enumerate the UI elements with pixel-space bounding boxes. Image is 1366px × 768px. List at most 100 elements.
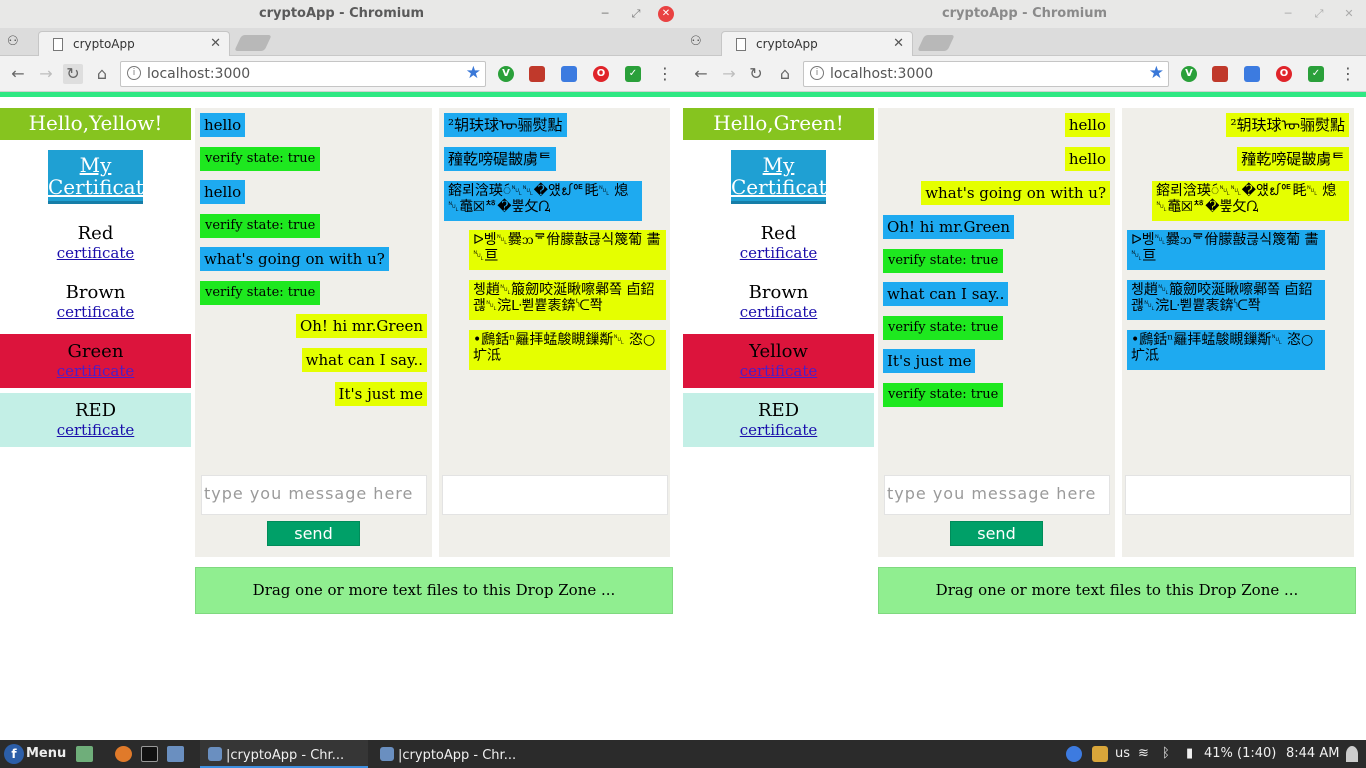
cipher-bubble: ᐅ벵␀爨ᦘᄛ佾朦敼큲식篾葡 畵␀亘 (1127, 230, 1325, 270)
send-button[interactable]: send (950, 521, 1043, 546)
cipher-bubble: 쳉趙␀箙劒咬涎瞅嚓鄵쫔 卣鉊괞␀浣ᒷ쀧쁕袠錛ᔍ쫙 (1127, 280, 1325, 320)
browser-menu-icon[interactable]: ⋮ (657, 64, 673, 84)
certificate-link[interactable]: certificate (0, 421, 191, 439)
cipher-bubble: 鎔뢰浛瑛ᯯ␀␀�얬᪖ᅊ眊␀ 熄␀鼁☒ᅓ�뿦攵ᘩ (444, 181, 642, 221)
forward-icon[interactable]: → (36, 64, 56, 84)
extension-shield-icon[interactable]: ✓ (625, 66, 641, 82)
close-window-icon[interactable]: ✕ (1341, 6, 1357, 22)
taskbar-window-1[interactable]: |cryptoApp - Chr... (200, 740, 368, 768)
certificate-link[interactable]: certificate (683, 421, 874, 439)
back-icon[interactable]: ← (8, 64, 28, 84)
greeting-banner: Hello,Yellow! (0, 108, 191, 140)
contact-item-red-upper[interactable]: RED certificate (683, 393, 874, 447)
address-bar[interactable]: i localhost:3000 ★ (803, 61, 1169, 87)
contact-item-brown[interactable]: Brown certificate (683, 275, 874, 329)
message-input[interactable]: type you message here (201, 475, 427, 515)
certificate-link[interactable]: certificate (683, 303, 874, 321)
chrome-tray-icon[interactable] (1066, 746, 1082, 762)
my-certificate-button[interactable]: My Certificate (48, 150, 155, 204)
message-bubble: hello (1064, 147, 1110, 171)
page-icon (736, 38, 746, 51)
cipher-input[interactable] (1125, 475, 1351, 515)
bookmark-star-icon[interactable]: ★ (1149, 63, 1164, 83)
extension-chrome-icon[interactable] (1244, 66, 1260, 82)
bookmark-star-icon[interactable]: ★ (466, 63, 481, 83)
window-titlebar[interactable]: cryptoApp - Chromium ─ ⤢ ✕ (683, 0, 1366, 28)
battery-status[interactable]: 41% (1:40) (1204, 746, 1276, 761)
terminal-launcher-icon[interactable] (141, 746, 158, 762)
home-icon[interactable]: ⌂ (92, 64, 112, 84)
reload-icon[interactable]: ↻ (63, 64, 83, 84)
extension-shield-icon[interactable]: ✓ (1308, 66, 1324, 82)
contact-item-red[interactable]: Red certificate (0, 216, 191, 270)
info-icon[interactable]: i (127, 66, 141, 80)
contact-item-green[interactable]: Green certificate (0, 334, 191, 388)
fedora-logo-icon[interactable]: f (4, 744, 24, 764)
certificate-link[interactable]: certificate (0, 244, 191, 262)
message-input[interactable]: type you message here (884, 475, 1110, 515)
reload-icon[interactable]: ↻ (746, 64, 766, 84)
restore-icon[interactable]: ⤢ (628, 6, 644, 22)
browser-menu-icon[interactable]: ⋮ (1340, 64, 1356, 84)
cipher-input[interactable] (442, 475, 668, 515)
battery-icon[interactable]: ▮ (1186, 746, 1193, 761)
start-menu-button[interactable]: Menu (26, 746, 66, 761)
extension-opera-icon[interactable]: O (1276, 66, 1292, 82)
keyboard-layout[interactable]: us (1115, 746, 1130, 761)
new-tab-button[interactable] (917, 35, 955, 51)
extension-bookmark-icon[interactable] (529, 66, 545, 82)
user-icon[interactable] (1346, 746, 1358, 762)
tab-cryptoapp[interactable]: cryptoApp ✕ (38, 31, 230, 57)
tab-close-icon[interactable]: ✕ (210, 36, 221, 51)
browser-window-right: cryptoApp - Chromium ─ ⤢ ✕ ⚇ cryptoApp ✕… (683, 0, 1366, 740)
tab-label: cryptoApp (756, 37, 818, 51)
address-bar[interactable]: i localhost:3000 ★ (120, 61, 486, 87)
window-titlebar[interactable]: cryptoApp - Chromium ─ ⤢ ✕ (0, 0, 683, 28)
drop-zone[interactable]: Drag one or more text files to this Drop… (195, 567, 673, 614)
cipher-bubble: ²䢁玞球ᡡ骊熨點 (1226, 113, 1349, 137)
clock[interactable]: 8:44 AM (1286, 746, 1339, 761)
chromium-launcher-icon[interactable] (167, 746, 184, 762)
close-window-icon[interactable]: ✕ (658, 6, 674, 22)
contact-item-red-upper[interactable]: RED certificate (0, 393, 191, 447)
bluetooth-icon[interactable]: ᛒ (1162, 746, 1170, 761)
my-certificate-button[interactable]: My Certificate (731, 150, 838, 204)
extension-bookmark-icon[interactable] (1212, 66, 1228, 82)
forward-icon[interactable]: → (719, 64, 739, 84)
certificate-link[interactable]: certificate (0, 362, 191, 380)
message-bubble: what can I say.. (301, 348, 427, 372)
drop-zone[interactable]: Drag one or more text files to this Drop… (878, 567, 1356, 614)
verify-badge: verify state: true (200, 147, 321, 171)
message-bubble: hello (1064, 113, 1110, 137)
extension-vpn-icon[interactable]: V (1181, 66, 1197, 82)
new-tab-button[interactable] (234, 35, 272, 51)
certificate-link[interactable]: certificate (683, 362, 874, 380)
restore-icon[interactable]: ⤢ (1311, 6, 1327, 22)
contact-item-red[interactable]: Red certificate (683, 216, 874, 270)
back-icon[interactable]: ← (691, 64, 711, 84)
verify-badge: verify state: true (883, 249, 1004, 273)
extension-vpn-icon[interactable]: V (498, 66, 514, 82)
firefox-launcher-icon[interactable] (115, 746, 132, 762)
certificate-link[interactable]: certificate (0, 303, 191, 321)
minimize-icon[interactable]: ─ (597, 6, 613, 22)
info-icon[interactable]: i (810, 66, 824, 80)
tab-close-icon[interactable]: ✕ (893, 36, 904, 51)
wifi-icon[interactable]: ≋ (1138, 746, 1149, 761)
files-launcher-icon[interactable] (76, 746, 93, 762)
taskbar-window-2[interactable]: |cryptoApp - Chr... (372, 740, 540, 768)
extension-chrome-icon[interactable] (561, 66, 577, 82)
minimize-icon[interactable]: ─ (1280, 6, 1296, 22)
extension-opera-icon[interactable]: O (593, 66, 609, 82)
home-icon[interactable]: ⌂ (775, 64, 795, 84)
task-label: |cryptoApp - Chr... (398, 748, 517, 763)
plaintext-chat-pane: hello verify state: true hello verify st… (195, 108, 432, 557)
contact-item-yellow[interactable]: Yellow certificate (683, 334, 874, 388)
send-button[interactable]: send (267, 521, 360, 546)
package-tray-icon[interactable] (1092, 746, 1108, 762)
contact-item-brown[interactable]: Brown certificate (0, 275, 191, 329)
tab-cryptoapp[interactable]: cryptoApp ✕ (721, 31, 913, 57)
tab-label: cryptoApp (73, 37, 135, 51)
certificate-link[interactable]: certificate (683, 244, 874, 262)
message-bubble: hello (200, 180, 246, 204)
